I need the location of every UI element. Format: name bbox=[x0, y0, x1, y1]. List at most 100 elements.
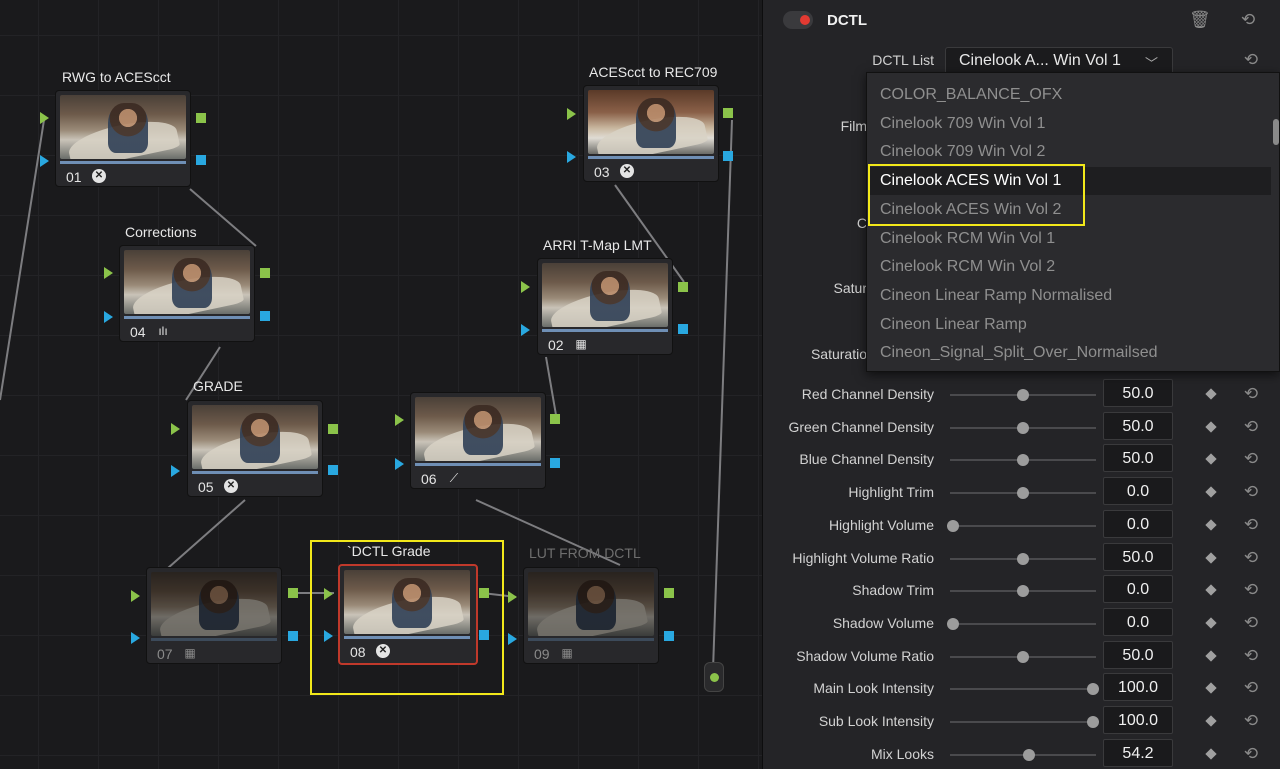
slider-knob[interactable] bbox=[947, 618, 959, 630]
node-05-output-alpha[interactable] bbox=[328, 465, 338, 475]
trash-icon[interactable]: 🗑 bbox=[1189, 10, 1211, 30]
param-slider[interactable] bbox=[947, 520, 1096, 532]
slider-knob[interactable] bbox=[1017, 422, 1029, 434]
dctl-list-select[interactable]: Cinelook A... Win Vol 1 ﹀ bbox=[945, 47, 1173, 75]
node-01-output-alpha[interactable] bbox=[196, 155, 206, 165]
reset-icon[interactable]: ⟲ bbox=[1241, 678, 1261, 698]
param-value-field[interactable]: 50.0 bbox=[1103, 444, 1173, 472]
reset-icon[interactable]: ⟲ bbox=[1241, 548, 1261, 568]
reset-icon[interactable]: ⟲ bbox=[1241, 711, 1261, 731]
reset-all-icon[interactable]: ⟲ bbox=[1241, 10, 1255, 30]
timeline-output-node[interactable] bbox=[704, 662, 724, 692]
slider-knob[interactable] bbox=[1017, 585, 1029, 597]
node-03[interactable]: 03 ✕ bbox=[583, 85, 719, 182]
param-slider[interactable] bbox=[950, 553, 1096, 565]
node-09-input-alpha[interactable] bbox=[508, 633, 517, 645]
node-07[interactable]: 07 ▦ bbox=[146, 567, 282, 664]
keyframe-diamond-icon[interactable] bbox=[1205, 748, 1217, 760]
keyframe-diamond-icon[interactable] bbox=[1205, 715, 1217, 727]
dropdown-item[interactable]: Cinelook RCM Win Vol 2 bbox=[880, 254, 1055, 280]
node-02-input-alpha[interactable] bbox=[521, 324, 530, 336]
node-09-input-rgb[interactable] bbox=[508, 591, 517, 603]
node-03-output-alpha[interactable] bbox=[723, 151, 733, 161]
param-value-field[interactable]: 0.0 bbox=[1103, 608, 1173, 636]
param-slider[interactable] bbox=[950, 651, 1096, 663]
dctl-enable-toggle[interactable] bbox=[783, 11, 813, 29]
node-03-output-rgb[interactable] bbox=[723, 108, 733, 118]
reset-icon[interactable]: ⟲ bbox=[1241, 515, 1261, 535]
node-editor[interactable]: RWG to ACEScct 01 ✕ ACEScct to REC709 03… bbox=[0, 0, 762, 769]
node-04-output-rgb[interactable] bbox=[260, 268, 270, 278]
dropdown-item[interactable]: Cineon_Signal_Split_Over_Normailsed bbox=[880, 340, 1157, 366]
slider-knob[interactable] bbox=[1087, 683, 1099, 695]
node-04-input-alpha[interactable] bbox=[104, 311, 113, 323]
node-04-input-rgb[interactable] bbox=[104, 267, 113, 279]
keyframe-diamond-icon[interactable] bbox=[1205, 584, 1217, 596]
slider-knob[interactable] bbox=[1017, 454, 1029, 466]
reset-icon[interactable]: ⟲ bbox=[1241, 744, 1261, 764]
node-09-output-rgb[interactable] bbox=[664, 588, 674, 598]
slider-knob[interactable] bbox=[1017, 487, 1029, 499]
param-value-field[interactable]: 54.2 bbox=[1103, 739, 1173, 767]
param-slider[interactable] bbox=[950, 683, 1099, 695]
reset-icon[interactable]: ⟲ bbox=[1241, 384, 1261, 404]
slider-knob[interactable] bbox=[1022, 749, 1035, 761]
param-value-field[interactable]: 50.0 bbox=[1103, 412, 1173, 440]
node-05-output-rgb[interactable] bbox=[328, 424, 338, 434]
reset-icon[interactable]: ⟲ bbox=[1241, 482, 1261, 502]
reset-icon[interactable]: ⟲ bbox=[1241, 417, 1261, 437]
slider-knob[interactable] bbox=[1017, 553, 1029, 565]
node-06-input-rgb[interactable] bbox=[395, 414, 404, 426]
node-09-output-alpha[interactable] bbox=[664, 631, 674, 641]
slider-knob[interactable] bbox=[1087, 716, 1099, 728]
reset-icon[interactable]: ⟲ bbox=[1241, 613, 1261, 633]
node-02-input-rgb[interactable] bbox=[521, 281, 530, 293]
reset-icon[interactable]: ⟲ bbox=[1241, 50, 1261, 70]
node-04-output-alpha[interactable] bbox=[260, 311, 270, 321]
param-value-field[interactable]: 100.0 bbox=[1103, 673, 1173, 701]
param-slider[interactable] bbox=[950, 716, 1099, 728]
param-value-field[interactable]: 0.0 bbox=[1103, 575, 1173, 603]
param-value-field[interactable]: 50.0 bbox=[1103, 641, 1173, 669]
dropdown-item[interactable]: Cineon Linear Ramp bbox=[880, 312, 1027, 338]
keyframe-diamond-icon[interactable] bbox=[1205, 453, 1217, 465]
node-02[interactable]: 02 ▦ bbox=[537, 258, 673, 355]
node-01-input-rgb[interactable] bbox=[40, 112, 49, 124]
param-value-field[interactable]: 50.0 bbox=[1103, 543, 1173, 571]
node-07-output-rgb[interactable] bbox=[288, 588, 298, 598]
param-slider[interactable] bbox=[950, 585, 1096, 597]
keyframe-diamond-icon[interactable] bbox=[1205, 388, 1217, 400]
node-01-input-alpha[interactable] bbox=[40, 155, 49, 167]
reset-icon[interactable]: ⟲ bbox=[1241, 646, 1261, 666]
param-slider[interactable] bbox=[950, 422, 1096, 434]
node-06-output-alpha[interactable] bbox=[550, 458, 560, 468]
node-01[interactable]: 01 ✕ bbox=[55, 90, 191, 187]
keyframe-diamond-icon[interactable] bbox=[1205, 519, 1217, 531]
node-07-input-alpha[interactable] bbox=[131, 632, 140, 644]
param-slider[interactable] bbox=[950, 454, 1096, 466]
node-04[interactable]: 04 ılı bbox=[119, 245, 255, 342]
param-value-field[interactable]: 100.0 bbox=[1103, 706, 1173, 734]
slider-knob[interactable] bbox=[1017, 389, 1029, 401]
node-07-output-alpha[interactable] bbox=[288, 631, 298, 641]
keyframe-diamond-icon[interactable] bbox=[1205, 682, 1217, 694]
dropdown-item[interactable]: Cinelook RCM Win Vol 1 bbox=[880, 226, 1055, 252]
param-value-field[interactable]: 50.0 bbox=[1103, 379, 1173, 407]
param-value-field[interactable]: 0.0 bbox=[1103, 510, 1173, 538]
keyframe-diamond-icon[interactable] bbox=[1205, 650, 1217, 662]
param-slider[interactable] bbox=[950, 389, 1096, 401]
dropdown-item[interactable]: Cineon Linear Ramp Normalised bbox=[880, 283, 1112, 309]
slider-knob[interactable] bbox=[1017, 651, 1029, 663]
node-01-output-rgb[interactable] bbox=[196, 113, 206, 123]
param-slider[interactable] bbox=[947, 618, 1096, 630]
node-03-input-alpha[interactable] bbox=[567, 151, 576, 163]
node-02-output-rgb[interactable] bbox=[678, 282, 688, 292]
dropdown-item[interactable]: COLOR_BALANCE_OFX bbox=[880, 82, 1062, 108]
dropdown-scrollbar[interactable] bbox=[1273, 119, 1279, 145]
node-07-input-rgb[interactable] bbox=[131, 590, 140, 602]
keyframe-diamond-icon[interactable] bbox=[1205, 617, 1217, 629]
node-03-input-rgb[interactable] bbox=[567, 108, 576, 120]
reset-icon[interactable]: ⟲ bbox=[1241, 449, 1261, 469]
param-slider[interactable] bbox=[950, 749, 1096, 761]
node-05-input-alpha[interactable] bbox=[171, 465, 180, 477]
